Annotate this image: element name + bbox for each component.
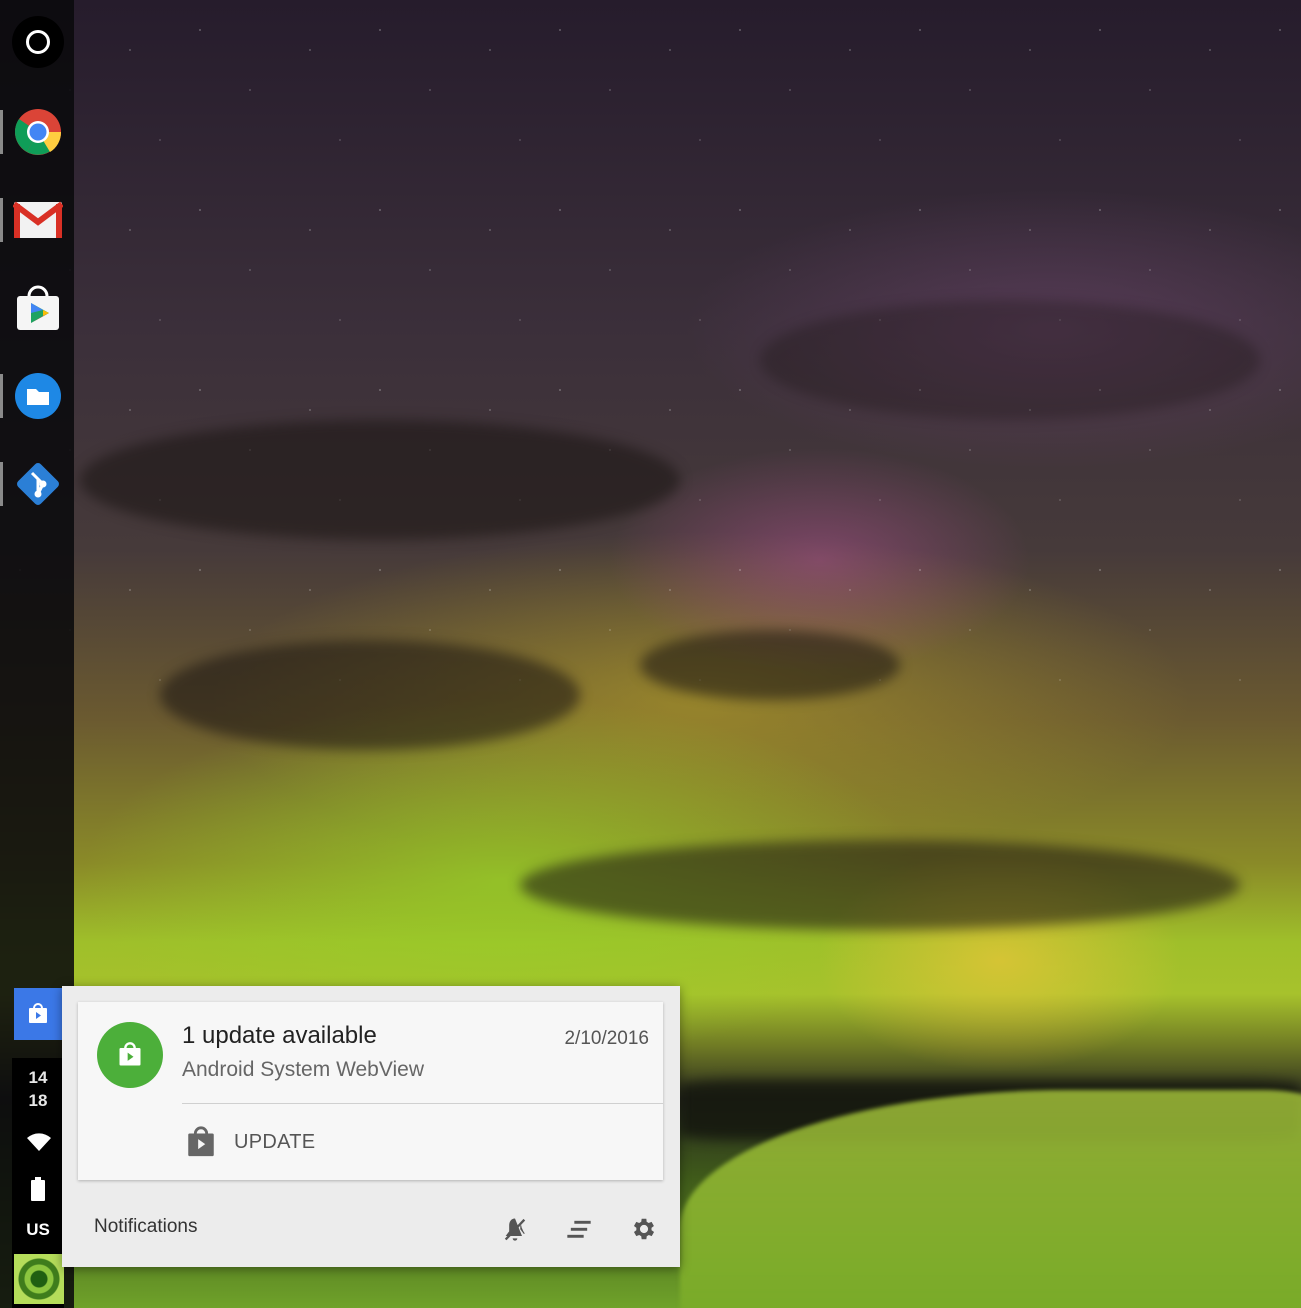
gmail-icon (13, 201, 63, 238)
wifi-icon (27, 1133, 51, 1151)
running-indicator (0, 198, 3, 242)
play-store-bag-icon (119, 1042, 141, 1066)
notification-title: 1 update available (182, 1022, 377, 1049)
settings-button[interactable] (627, 1212, 661, 1246)
wallpaper-cloud (80, 420, 680, 540)
launcher-button[interactable] (12, 16, 64, 68)
shelf-app-files[interactable] (12, 370, 64, 422)
notification-app-icon (97, 1022, 163, 1088)
play-store-bag-icon (188, 1126, 214, 1157)
update-button[interactable]: UPDATE (184, 1120, 315, 1164)
shelf-app-chrome[interactable] (12, 106, 64, 158)
clock-hour: 14 (28, 1068, 48, 1087)
clock-minute: 18 (28, 1091, 48, 1110)
notification-card[interactable]: 1 update available 2/10/2016 Android Sys… (78, 1002, 663, 1180)
running-indicator (0, 462, 3, 506)
shelf-app-play-store[interactable] (12, 282, 64, 334)
status-tray[interactable]: 14 18 US (12, 1058, 64, 1308)
running-indicator (0, 110, 3, 154)
notification-date: 2/10/2016 (564, 1028, 649, 1049)
clear-all-button[interactable] (562, 1212, 596, 1246)
notification-center: 1 update available 2/10/2016 Android Sys… (62, 986, 680, 1267)
wallpaper-cloud (520, 840, 1240, 930)
wallpaper-cloud (760, 300, 1260, 420)
notifications-label: Notifications (94, 1216, 198, 1237)
battery-icon (31, 1177, 45, 1201)
launcher-icon (12, 16, 64, 68)
chrome-icon (14, 109, 62, 155)
wallpaper-cloud (160, 640, 580, 750)
notification-divider (182, 1103, 663, 1104)
running-indicator (0, 374, 3, 418)
clock[interactable]: 14 18 (12, 1066, 64, 1112)
git-icon (17, 463, 59, 505)
play-store-icon (17, 285, 59, 330)
user-avatar[interactable] (14, 1254, 64, 1304)
do-not-disturb-button[interactable] (498, 1212, 532, 1246)
shelf-app-gmail[interactable] (12, 194, 64, 246)
settings-gear-icon (633, 1218, 655, 1240)
notification-subtitle: Android System WebView (182, 1058, 425, 1081)
do-not-disturb-icon (504, 1218, 526, 1241)
play-store-bag-icon (29, 1003, 47, 1023)
update-button-label: UPDATE (234, 1130, 316, 1153)
status-notification-indicator[interactable] (14, 988, 62, 1040)
ime-indicator[interactable]: US (12, 1220, 64, 1240)
files-icon (15, 373, 61, 419)
wallpaper-cloud (640, 630, 900, 700)
shelf-app-git[interactable] (12, 458, 64, 510)
clear-all-icon (567, 1220, 591, 1238)
